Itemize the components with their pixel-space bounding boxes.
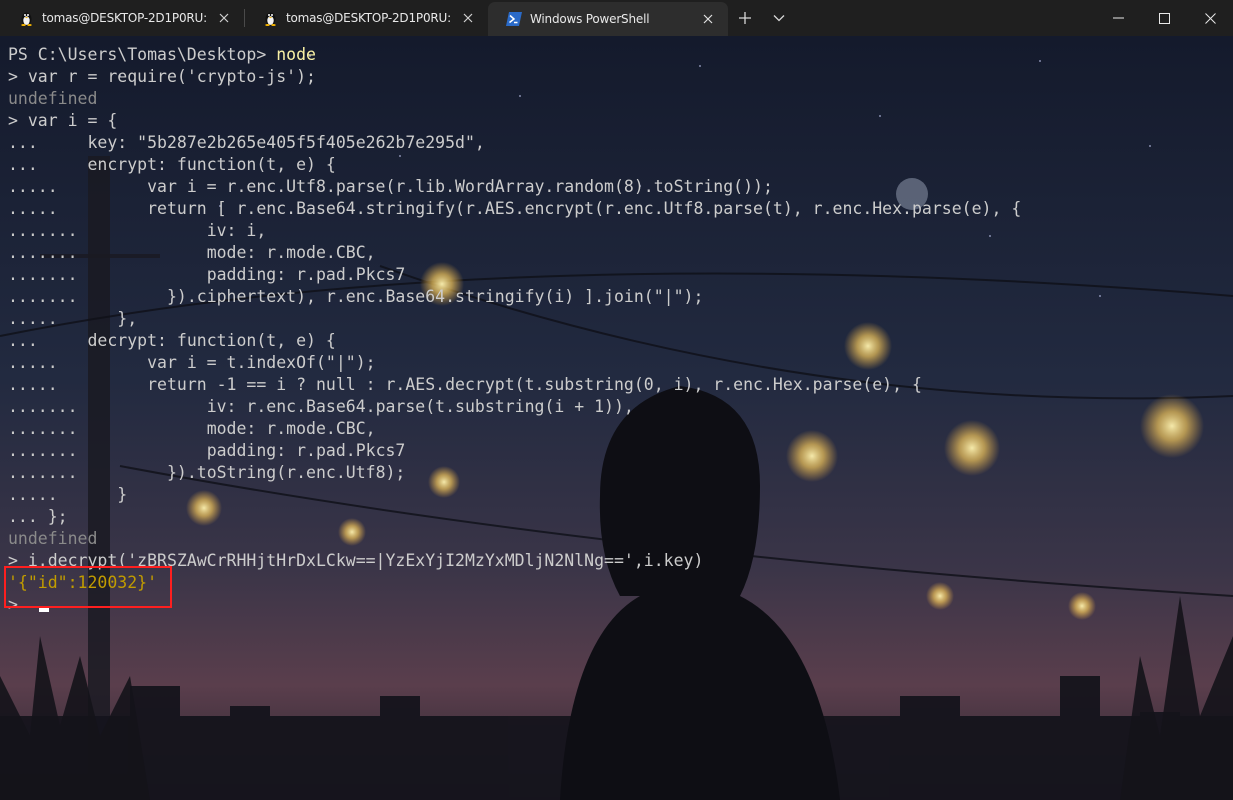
- terminal-line: ....... iv: r.enc.Base64.parse(t.substri…: [8, 396, 1228, 418]
- terminal-line: ... decrypt: function(t, e) {: [8, 330, 1228, 352]
- line-prompt: .....: [8, 177, 148, 196]
- terminal-line: ..... return [ r.enc.Base64.stringify(r.…: [8, 198, 1228, 220]
- terminal-line: ....... iv: i,: [8, 220, 1228, 242]
- terminal-line: ... key: "5b287e2b265e405f5f405e262b7e29…: [8, 132, 1228, 154]
- line-text: key: "5b287e2b265e405f5f405e262b7e295d",: [87, 133, 485, 152]
- line-text: mode: r.mode.CBC,: [206, 419, 376, 438]
- terminal-line: PS C:\Users\Tomas\Desktop> node: [8, 44, 1228, 66]
- line-prompt: >: [8, 67, 28, 86]
- close-icon: [1204, 12, 1216, 24]
- terminal-line: > i.decrypt('zBRSZAwCrRHHjtHrDxLCkw==|Yz…: [8, 550, 1228, 572]
- tab-powershell[interactable]: Windows PowerShell: [488, 2, 728, 36]
- maximize-button[interactable]: [1141, 0, 1187, 36]
- line-text: var i = {: [27, 111, 118, 130]
- line-text: return -1 == i ? null : r.AES.decrypt(t.…: [147, 375, 922, 394]
- line-prompt: .......: [8, 243, 207, 262]
- line-prompt: .......: [8, 441, 207, 460]
- line-text: };: [47, 507, 68, 526]
- line-prompt: ...: [8, 155, 88, 174]
- line-prompt: ...: [8, 133, 88, 152]
- line-text: padding: r.pad.Pkcs7: [206, 441, 406, 460]
- line-prompt: .......: [8, 265, 207, 284]
- linux-penguin-icon: [18, 10, 34, 26]
- line-text: }).ciphertext), r.enc.Base64.stringify(i…: [166, 287, 704, 306]
- chevron-down-icon: [773, 15, 785, 22]
- terminal-input-line[interactable]: >: [8, 594, 1228, 616]
- terminal-line: ....... padding: r.pad.Pkcs7: [8, 264, 1228, 286]
- new-tab-button[interactable]: [728, 0, 762, 36]
- linux-penguin-icon: [262, 10, 278, 26]
- line-text: padding: r.pad.Pkcs7: [206, 265, 406, 284]
- line-prompt: .......: [8, 287, 167, 306]
- line-prompt: PS C:\Users\Tomas\Desktop>: [8, 45, 277, 64]
- line-text: }: [117, 485, 128, 504]
- line-prompt: >: [8, 111, 28, 130]
- terminal-line: ..... var i = t.indexOf("|");: [8, 352, 1228, 374]
- terminal-line: '{"id":120032}': [8, 572, 1228, 594]
- line-prompt: .....: [8, 199, 148, 218]
- line-prompt: .......: [8, 221, 207, 240]
- terminal-output: PS C:\Users\Tomas\Desktop> node > var r =…: [8, 44, 1228, 616]
- terminal-pane[interactable]: PS C:\Users\Tomas\Desktop> node > var r =…: [0, 36, 1233, 800]
- terminal-line: > var i = {: [8, 110, 1228, 132]
- terminal-line: undefined: [8, 88, 1228, 110]
- terminal-window: tomas@DESKTOP-2D1P0RU: /m tomas@DESKTOP-…: [0, 0, 1233, 800]
- line-text: return [ r.enc.Base64.stringify(r.AES.en…: [147, 199, 1022, 218]
- result-highlight-box: [4, 566, 172, 608]
- terminal-line: ..... },: [8, 308, 1228, 330]
- line-text: }).toString(r.enc.Utf8);: [166, 463, 406, 482]
- terminal-line: ... encrypt: function(t, e) {: [8, 154, 1228, 176]
- terminal-line: ..... return -1 == i ? null : r.AES.decr…: [8, 374, 1228, 396]
- line-prompt: ...: [8, 331, 88, 350]
- line-text: decrypt: function(t, e) {: [87, 331, 336, 350]
- line-prompt: .....: [8, 375, 148, 394]
- terminal-line: ... };: [8, 506, 1228, 528]
- terminal-line: ....... }).ciphertext), r.enc.Base64.str…: [8, 286, 1228, 308]
- tab-label: tomas@DESKTOP-2D1P0RU: /m: [286, 11, 450, 25]
- tab-label: Windows PowerShell: [530, 12, 650, 26]
- minimize-icon: [1112, 17, 1124, 19]
- close-button[interactable]: [1187, 0, 1233, 36]
- terminal-line: ....... mode: r.mode.CBC,: [8, 242, 1228, 264]
- line-prompt: .....: [8, 309, 118, 328]
- line-prompt: .....: [8, 353, 148, 372]
- tab-linux-1[interactable]: tomas@DESKTOP-2D1P0RU: /m: [0, 0, 244, 36]
- close-icon[interactable]: [698, 9, 718, 29]
- terminal-line: ..... var i = r.enc.Utf8.parse(r.lib.Wor…: [8, 176, 1228, 198]
- line-text: iv: r.enc.Base64.parse(t.substring(i + 1…: [206, 397, 634, 416]
- line-text: undefined: [8, 529, 98, 548]
- plus-icon: [739, 12, 751, 24]
- terminal-line: > var r = require('crypto-js');: [8, 66, 1228, 88]
- line-text: undefined: [8, 89, 98, 108]
- terminal-line: ....... padding: r.pad.Pkcs7: [8, 440, 1228, 462]
- line-text: iv: i,: [206, 221, 267, 240]
- line-prompt: .......: [8, 397, 207, 416]
- terminal-line: ..... }: [8, 484, 1228, 506]
- tab-linux-2[interactable]: tomas@DESKTOP-2D1P0RU: /m: [244, 0, 488, 36]
- terminal-line: undefined: [8, 528, 1228, 550]
- title-bar: tomas@DESKTOP-2D1P0RU: /m tomas@DESKTOP-…: [0, 0, 1233, 36]
- line-text: var i = t.indexOf("|");: [147, 353, 376, 372]
- terminal-line: ....... mode: r.mode.CBC,: [8, 418, 1228, 440]
- tab-label: tomas@DESKTOP-2D1P0RU: /m: [42, 11, 206, 25]
- close-icon[interactable]: [458, 8, 478, 28]
- line-text: node: [276, 45, 316, 64]
- line-prompt: ...: [8, 507, 48, 526]
- line-text: encrypt: function(t, e) {: [87, 155, 336, 174]
- minimize-button[interactable]: [1095, 0, 1141, 36]
- title-bar-drag-area[interactable]: [796, 0, 1095, 36]
- line-prompt: .......: [8, 419, 207, 438]
- line-prompt: .......: [8, 463, 167, 482]
- line-prompt: .....: [8, 485, 118, 504]
- close-icon[interactable]: [214, 8, 234, 28]
- maximize-icon: [1158, 12, 1170, 24]
- line-text: var i = r.enc.Utf8.parse(r.lib.WordArray…: [147, 177, 773, 196]
- powershell-icon: [506, 11, 522, 27]
- tab-dropdown-button[interactable]: [762, 0, 796, 36]
- terminal-line: ....... }).toString(r.enc.Utf8);: [8, 462, 1228, 484]
- line-text: mode: r.mode.CBC,: [206, 243, 376, 262]
- line-text: },: [117, 309, 138, 328]
- line-text: var r = require('crypto-js');: [27, 67, 316, 86]
